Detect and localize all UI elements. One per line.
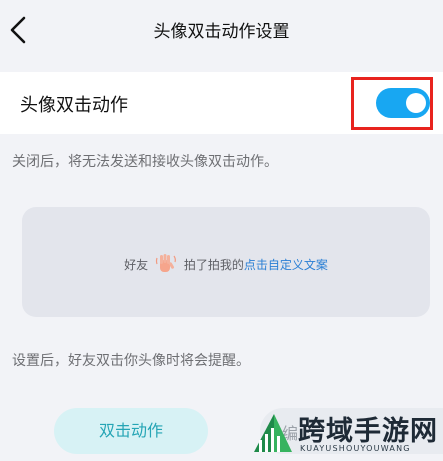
double-tap-action-button[interactable]: 双击动作 xyxy=(54,408,208,454)
custom-text-link[interactable]: 点击自定义文案 xyxy=(244,258,328,272)
watermark-logo xyxy=(254,414,292,452)
waving-hand-icon xyxy=(155,253,177,278)
watermark-title: 跨域手游网 xyxy=(298,416,438,447)
watermark-subtitle: KUAYUSHOUYOUWANG xyxy=(300,444,411,453)
setting-label: 头像双击动作 xyxy=(20,95,128,116)
watermark: 跨域手游网 KUAYUSHOUYOUWANG xyxy=(250,408,440,458)
preview-friend: 好友 xyxy=(124,258,149,272)
toggle-knob xyxy=(406,93,426,113)
page-title: 头像双击动作设置 xyxy=(153,22,290,42)
preview-line: 好友 拍了拍我的点击自定义文案 xyxy=(22,253,430,278)
preview-card: 好友 拍了拍我的点击自定义文案 xyxy=(22,207,430,317)
off-hint-text: 关闭后，将无法发送和接收头像双击动作。 xyxy=(12,154,278,170)
preview-action-text: 拍了拍我的 xyxy=(183,258,244,272)
header-bar: 头像双击动作设置 xyxy=(0,0,443,62)
double-tap-toggle[interactable] xyxy=(376,88,430,118)
set-hint-text: 设置后，好友双击你头像时将会提醒。 xyxy=(12,353,250,369)
